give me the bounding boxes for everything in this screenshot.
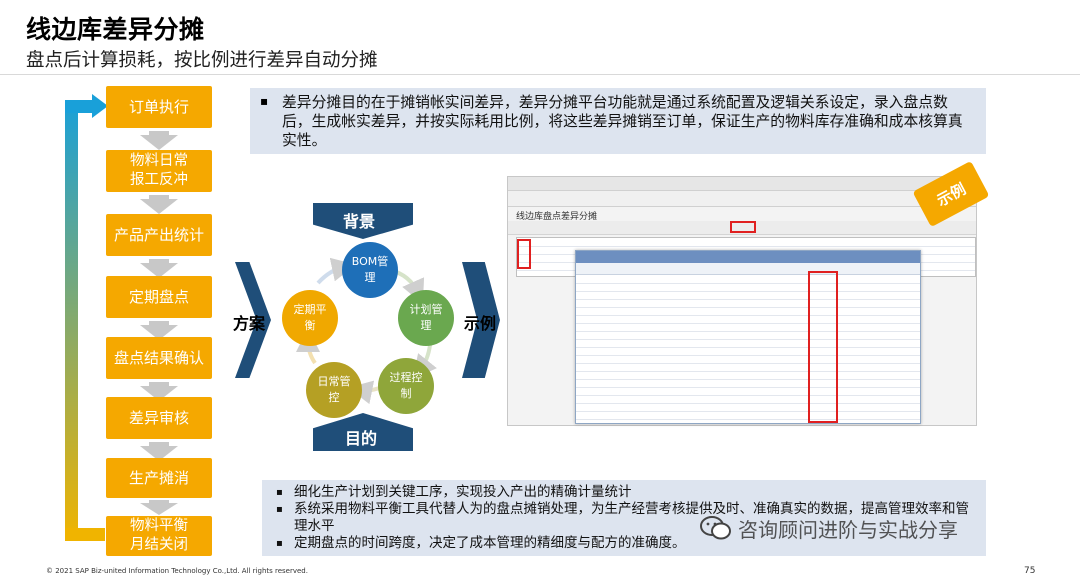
description-panel: ▪ 差异分摊目的在于摊销帐实间差异，差异分摊平台功能就是通过系统配置及逻辑关系设…: [250, 88, 986, 154]
process-step: 订单执行: [106, 86, 212, 128]
page-subtitle: 盘点后计算损耗，按比例进行差异自动分摊: [26, 50, 378, 71]
loop-arrow-bottom: [65, 528, 105, 541]
wechat-icon: [700, 516, 731, 540]
highlight-box: [730, 221, 756, 233]
bullet-icon: ▪: [276, 538, 283, 549]
screenshot-window-title: 线边库盘点差异分摊: [516, 212, 598, 222]
header-divider: [0, 74, 1080, 75]
process-step: 生产摊消: [106, 458, 212, 498]
screenshot-toolbar: [508, 191, 976, 207]
benefit-text: 定期盘点的时间跨度，决定了成本管理的精细度与配方的准确度。: [294, 535, 686, 551]
benefit-item: ▪ 细化生产计划到关键工序，实现投入产出的精确计量统计: [272, 484, 976, 501]
flow-arrow-icon: [140, 199, 178, 214]
process-step: 物料日常 报工反冲: [106, 150, 212, 192]
page-title: 线边库差异分摊: [26, 15, 205, 44]
watermark-text: 咨询顾问进阶与实战分享: [738, 518, 958, 542]
top-chevron-label: 背景: [343, 212, 376, 231]
right-chevron-label: 示例: [464, 314, 497, 333]
cycle-node-bom: BOM管 理: [342, 242, 398, 298]
highlight-box: [808, 271, 838, 423]
description-text: 差异分摊目的在于摊销帐实间差异，差异分摊平台功能就是通过系统配置及逻辑关系设定，…: [282, 94, 963, 149]
process-step: 盘点结果确认: [106, 337, 212, 379]
process-step: 定期盘点: [106, 276, 212, 318]
bullet-icon: ▪: [276, 487, 283, 498]
flow-arrow-icon: [140, 503, 178, 515]
footer-copyright: © 2021 SAP Biz-united Information Techno…: [46, 567, 308, 575]
process-step: 差异审核: [106, 397, 212, 439]
bullet-icon: ▪: [260, 94, 269, 108]
benefit-text: 细化生产计划到关键工序，实现投入产出的精确计量统计: [294, 484, 632, 500]
process-step: 产品产出统计: [106, 214, 212, 256]
left-chevron-label: 方案: [233, 314, 266, 333]
flow-arrow-icon: [140, 135, 178, 150]
bottom-chevron-label: 目的: [345, 429, 378, 448]
screenshot-popup: [575, 250, 921, 424]
popup-toolbar: [576, 263, 920, 275]
cycle-arrow-icon: [316, 257, 356, 285]
cycle-node-daily: 日常管 控: [306, 362, 362, 418]
cycle-node-balance: 定期平 衡: [282, 290, 338, 346]
bullet-icon: ▪: [276, 504, 283, 515]
page-number: 75: [1024, 566, 1036, 576]
cycle-node-process: 过程控 制: [378, 358, 434, 414]
highlight-box: [517, 239, 531, 269]
loop-arrow-shaft: [65, 100, 78, 540]
loop-arrow-top: [65, 100, 95, 113]
cycle-node-plan: 计划管 理: [398, 290, 454, 346]
screenshot-menubar: [508, 177, 976, 191]
popup-grid: [576, 275, 920, 423]
process-step: 物料平衡 月结关闭: [106, 516, 212, 556]
popup-titlebar: [576, 251, 920, 263]
